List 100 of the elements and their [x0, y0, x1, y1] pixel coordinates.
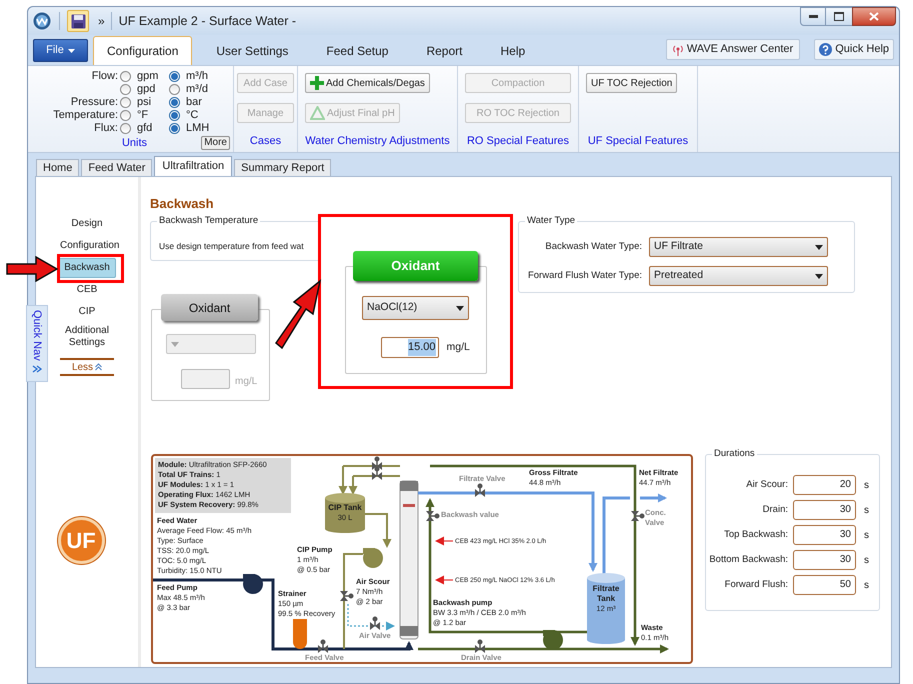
close-icon — [869, 12, 879, 21]
radio-button[interactable] — [120, 71, 131, 82]
pump-icon — [363, 548, 383, 568]
valve-icon — [318, 640, 328, 653]
radio-button[interactable] — [169, 97, 180, 108]
field-label: Top Backwash: — [723, 528, 788, 542]
input-field[interactable]: 15.00 — [380, 337, 438, 358]
radio-label: m³/d — [185, 83, 209, 96]
toolbar-overflow-button[interactable]: » — [98, 15, 105, 27]
answer-center-button[interactable]: WAVE Answer Center — [666, 39, 800, 60]
input-field[interactable]: 30 — [793, 550, 856, 570]
oxidant-button[interactable]: Oxidant — [161, 294, 258, 321]
radio-label: gfd — [136, 122, 154, 135]
field-label: Bottom Backwash: — [708, 552, 788, 567]
window-title: UF Example 2 - Surface Water - — [118, 12, 296, 30]
radio-label: °C — [185, 109, 200, 122]
page-tab[interactable]: Summary Report — [234, 159, 332, 176]
radio-label: bar — [185, 96, 203, 109]
radio-label: psi — [136, 96, 152, 109]
pipe — [365, 513, 392, 548]
nav-item[interactable]: Configuration — [57, 236, 117, 256]
menu-tab[interactable]: User Settings — [202, 36, 302, 65]
menu-tab[interactable]: Configuration — [93, 36, 192, 65]
radio-button[interactable] — [169, 123, 180, 134]
quick-help-button[interactable]: Quick Help — [814, 39, 894, 60]
radio-button[interactable] — [120, 97, 131, 108]
callout-arrow — [6, 256, 58, 282]
group-label: Water Chemistry Adjustments — [305, 134, 450, 148]
minimize-button[interactable] — [800, 7, 826, 26]
input-field[interactable]: 20 — [793, 475, 856, 495]
page-tab[interactable]: Ultrafiltration — [154, 156, 232, 176]
radio-button[interactable] — [120, 110, 131, 121]
page-tab[interactable]: Home — [36, 159, 80, 176]
unit-label: mg/L — [235, 375, 258, 389]
group-label: Units — [122, 136, 148, 151]
unit-label: s — [864, 578, 869, 592]
field-label: Flux: — [93, 122, 119, 135]
nav-item[interactable]: CIP — [76, 302, 98, 322]
close-button[interactable] — [852, 7, 896, 26]
valve-icon — [475, 640, 485, 653]
caret-icon — [456, 306, 464, 310]
tank — [325, 493, 365, 533]
nav-item[interactable]: Design — [68, 214, 106, 234]
more-button[interactable]: More — [201, 136, 230, 150]
radio-label: gpm — [136, 70, 160, 83]
strainer — [293, 619, 307, 649]
fieldset-legend: Water Type — [525, 215, 578, 227]
app-logo-icon[interactable] — [33, 12, 51, 30]
description-text: Use design temperature from feed wat — [159, 240, 305, 253]
quick-nav-tab[interactable]: Quick Nav — [26, 305, 48, 382]
radio-label: °F — [136, 109, 150, 122]
radio-button[interactable] — [169, 110, 180, 121]
field-label: Air Scour: — [745, 478, 788, 492]
nav-item[interactable]: Backwash — [58, 258, 116, 278]
unit-label: s — [864, 528, 869, 542]
input-field[interactable]: 30 — [793, 500, 856, 520]
dropdown[interactable]: UF Filtrate — [649, 237, 828, 257]
less-button[interactable]: Less — [60, 358, 114, 376]
valve-icon — [372, 456, 382, 470]
pump-icon — [243, 574, 263, 594]
radio-label: LMH — [185, 122, 210, 135]
group-label: Cases — [248, 134, 282, 148]
page-tab[interactable]: Feed Water — [81, 159, 152, 176]
pump-icon — [543, 630, 563, 650]
diagram-label: CIP Tank — [328, 503, 362, 513]
maximize-button[interactable] — [826, 7, 852, 26]
menu-tab[interactable]: Report — [412, 36, 476, 65]
section-title: Backwash — [150, 196, 215, 212]
save-button[interactable] — [67, 10, 89, 32]
ribbon-button[interactable]: UF TOC Rejection — [586, 73, 678, 93]
valve-icon — [426, 511, 440, 521]
highlight-frame — [57, 254, 124, 283]
caret-icon — [815, 244, 823, 250]
caret-icon — [815, 274, 823, 278]
nav-item[interactable]: Additional Settings — [57, 324, 117, 350]
nav-item[interactable]: CEB — [74, 280, 100, 300]
collapse-icon — [95, 363, 102, 371]
input-field[interactable]: 50 — [793, 575, 856, 595]
unit-label: mg/L — [446, 340, 470, 355]
input-field[interactable] — [181, 369, 230, 389]
dropdown[interactable]: NaOCl(12) — [362, 296, 469, 320]
menu-tab[interactable]: Help — [486, 36, 540, 65]
field-label: Forward Flush Water Type: — [526, 268, 642, 283]
valve-icon — [631, 511, 644, 521]
field-label: Drain: — [762, 502, 788, 517]
radio-button[interactable] — [120, 123, 131, 134]
menu-tab[interactable]: Feed Setup — [312, 36, 402, 65]
dropdown[interactable]: Pretreated — [649, 266, 828, 286]
field-label: Forward Flush: — [724, 578, 788, 592]
radio-button[interactable] — [169, 71, 180, 82]
radio-label: m³/h — [185, 70, 209, 83]
ribbon-button[interactable]: Add Chemicals/Degas — [305, 73, 430, 93]
caret-icon — [68, 48, 75, 52]
caret-icon — [171, 342, 179, 346]
tank — [587, 573, 625, 644]
file-menu-button[interactable]: File — [33, 39, 88, 62]
radio-button[interactable] — [120, 84, 131, 95]
radio-button[interactable] — [169, 84, 180, 95]
unit-label: s — [864, 504, 869, 518]
input-field[interactable]: 30 — [793, 525, 856, 545]
